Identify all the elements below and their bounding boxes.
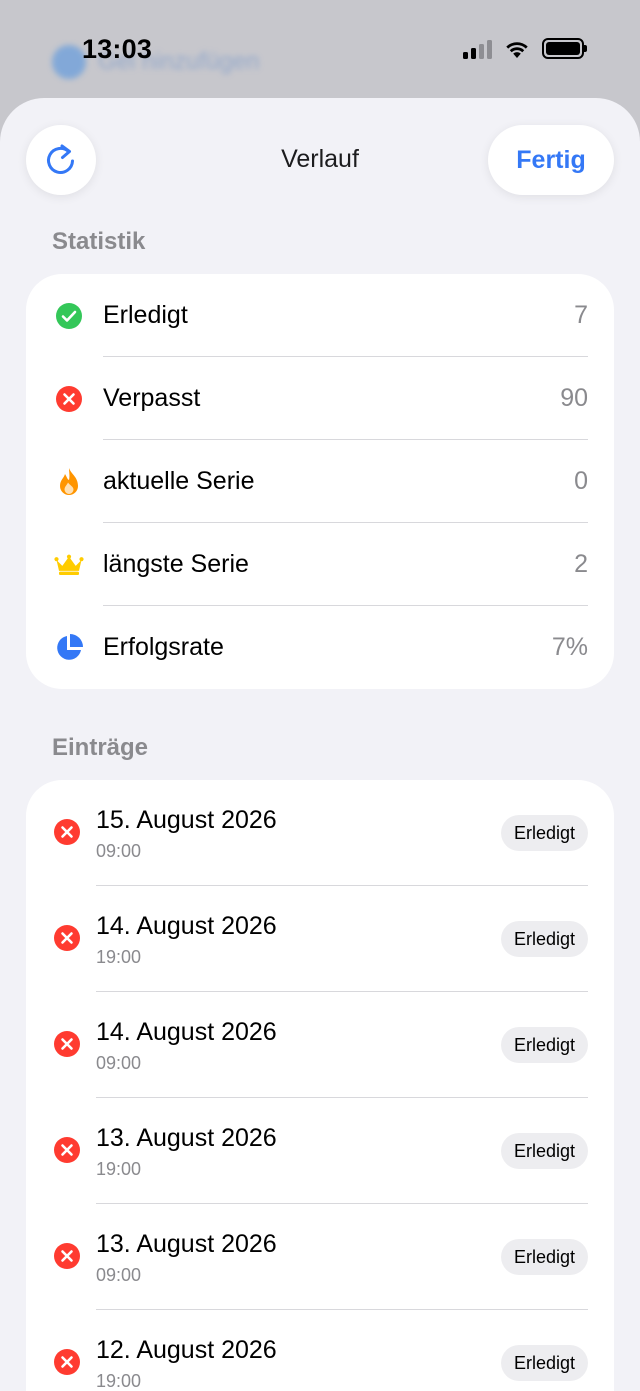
checkmark-circle-icon	[54, 301, 84, 331]
stat-label: aktuelle Serie	[103, 467, 255, 495]
entry-time: 19:00	[96, 1159, 142, 1179]
stat-value: 7	[574, 301, 588, 329]
stat-label: Verpasst	[103, 384, 201, 412]
stat-value: 0	[574, 467, 588, 495]
stat-value: 7%	[551, 633, 588, 661]
stat-label: längste Serie	[103, 550, 249, 578]
history-sheet: Verlauf Fertig Statistik Erledigt 7 Verp…	[0, 98, 640, 1391]
mark-done-button[interactable]: Erledigt	[500, 1027, 588, 1063]
entries-card: 15. August 2026 09:00 Erledigt 14. Augus…	[26, 780, 614, 1391]
status-icons	[463, 38, 587, 59]
stat-value: 90	[560, 384, 588, 412]
stat-row-longest-streak: längste Serie 2	[26, 523, 614, 606]
entry-time: 09:00	[96, 1053, 142, 1073]
mark-done-button[interactable]: Erledigt	[500, 1133, 588, 1169]
pie-chart-icon	[54, 633, 84, 663]
entry-row[interactable]: 14. August 2026 19:00 Erledigt	[26, 886, 614, 992]
statistics-card: Erledigt 7 Verpasst 90 aktuelle Serie 0 …	[26, 274, 614, 689]
stat-row-success-rate: Erfolgsrate 7%	[26, 606, 614, 689]
entry-row[interactable]: 14. August 2026 09:00 Erledigt	[26, 992, 614, 1098]
xmark-circle-icon	[54, 1137, 80, 1163]
cellular-signal-icon	[463, 39, 492, 59]
mark-done-button[interactable]: Erledigt	[500, 815, 588, 851]
entry-time: 09:00	[96, 1265, 142, 1285]
stat-row-completed: Erledigt 7	[26, 274, 614, 357]
entry-time: 19:00	[96, 1371, 142, 1391]
entry-date: 15. August 2026	[96, 806, 277, 834]
xmark-circle-icon	[54, 925, 80, 951]
entries-header: Einträge	[52, 734, 149, 761]
status-time: 13:03	[82, 34, 153, 64]
plus-circle-icon	[52, 45, 86, 79]
stat-row-missed: Verpasst 90	[26, 357, 614, 440]
done-button[interactable]: Fertig	[488, 125, 614, 195]
stat-label: Erfolgsrate	[103, 633, 224, 661]
xmark-circle-icon	[54, 1243, 80, 1269]
status-bar: Gel hinzufügen 13:03	[0, 0, 640, 100]
entry-date: 13. August 2026	[96, 1124, 277, 1152]
wifi-icon	[506, 41, 528, 58]
xmark-circle-icon	[54, 384, 84, 414]
battery-icon	[542, 38, 587, 59]
entry-time: 09:00	[96, 841, 142, 861]
entry-time: 19:00	[96, 947, 142, 967]
stat-label: Erledigt	[103, 301, 188, 329]
entry-date: 13. August 2026	[96, 1230, 277, 1258]
stat-value: 2	[574, 550, 588, 578]
entry-row[interactable]: 15. August 2026 09:00 Erledigt	[26, 780, 614, 886]
nav-bar: Verlauf Fertig	[0, 98, 640, 223]
flame-icon	[54, 467, 84, 497]
xmark-circle-icon	[54, 819, 80, 845]
entry-date: 12. August 2026	[96, 1336, 277, 1364]
entry-date: 14. August 2026	[96, 1018, 277, 1046]
xmark-circle-icon	[54, 1349, 80, 1375]
mark-done-button[interactable]: Erledigt	[500, 1239, 588, 1275]
mark-done-button[interactable]: Erledigt	[500, 921, 588, 957]
statistics-header: Statistik	[52, 228, 146, 255]
entry-row[interactable]: 13. August 2026 19:00 Erledigt	[26, 1098, 614, 1204]
entry-date: 14. August 2026	[96, 912, 277, 940]
entry-row[interactable]: 13. August 2026 09:00 Erledigt	[26, 1204, 614, 1310]
entry-row[interactable]: 12. August 2026 19:00 Erledigt	[26, 1310, 614, 1391]
stat-row-current-streak: aktuelle Serie 0	[26, 440, 614, 523]
xmark-circle-icon	[54, 1031, 80, 1057]
crown-icon	[54, 550, 84, 580]
mark-done-button[interactable]: Erledigt	[500, 1345, 588, 1381]
